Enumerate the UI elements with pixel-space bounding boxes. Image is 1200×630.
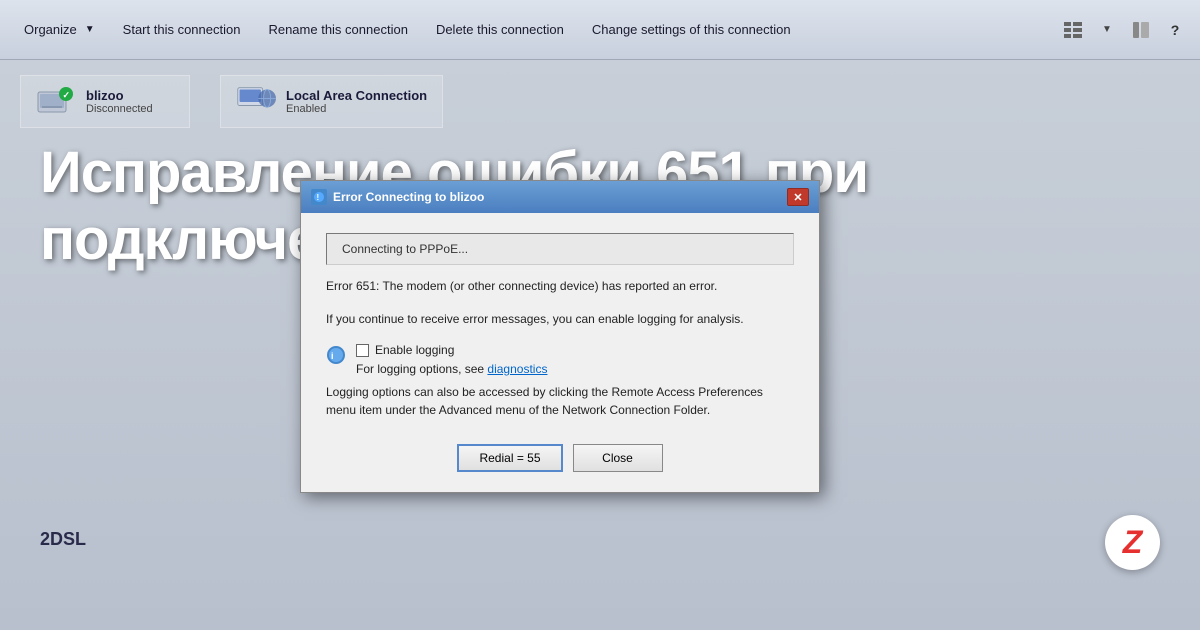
enable-logging-label: Enable logging — [375, 343, 454, 357]
change-settings-button[interactable]: Change settings of this connection — [578, 0, 805, 59]
diagnostics-prefix: For logging options, see — [356, 362, 487, 376]
dropdown-view-icon[interactable]: ▼ — [1092, 15, 1122, 45]
dialog-buttons: Redial = 55 Close — [326, 434, 794, 477]
local-area-connection[interactable]: Local Area Connection Enabled — [220, 75, 443, 128]
view-options-icon[interactable] — [1058, 15, 1088, 45]
blizoo-name: blizoo — [86, 88, 153, 103]
svg-text:i: i — [331, 351, 334, 361]
change-settings-label: Change settings of this connection — [592, 22, 791, 37]
rename-connection-button[interactable]: Rename this connection — [254, 0, 421, 59]
blizoo-connection[interactable]: ✓ blizoo Disconnected — [20, 75, 190, 128]
error-dialog: ! Error Connecting to blizoo ✕ Connectin… — [300, 180, 820, 493]
dialog-body: Connecting to PPPoE... Error 651: The mo… — [301, 213, 819, 492]
enable-logging-checkbox-row: Enable logging — [356, 343, 547, 357]
local-area-name: Local Area Connection — [286, 88, 427, 103]
local-area-icon — [236, 84, 276, 119]
dialog-titlebar-left: ! Error Connecting to blizoo — [311, 189, 484, 205]
dialog-close-button[interactable]: ✕ — [787, 188, 809, 206]
toolbar: Organize ▼ Start this connection Rename … — [0, 0, 1200, 60]
z-logo: Z — [1105, 515, 1160, 570]
local-area-status: Enabled — [286, 103, 427, 115]
enable-logging-section: i Enable logging For logging options, se… — [326, 343, 794, 378]
organize-label: Organize — [24, 22, 77, 37]
diagnostics-link[interactable]: diagnostics — [487, 362, 547, 376]
redial-button[interactable]: Redial = 55 — [457, 444, 562, 472]
blizoo-status: Disconnected — [86, 103, 153, 115]
pppoe-section: Connecting to PPPoE... — [326, 233, 794, 265]
toolbar-right-icons: ▼ ? — [1058, 15, 1190, 45]
error-section: Error 651: The modem (or other connectin… — [326, 277, 794, 295]
start-connection-button[interactable]: Start this connection — [109, 0, 255, 59]
delete-connection-button[interactable]: Delete this connection — [422, 0, 578, 59]
dsl-label: 2DSL — [40, 529, 86, 550]
organize-button[interactable]: Organize ▼ — [10, 0, 109, 59]
local-area-text: Local Area Connection Enabled — [286, 88, 427, 115]
dialog-titlebar: ! Error Connecting to blizoo ✕ — [301, 181, 819, 213]
logging-options-text: Logging options can also be accessed by … — [326, 383, 794, 419]
organize-dropdown-icon: ▼ — [85, 24, 95, 35]
svg-text:!: ! — [317, 193, 320, 202]
error-text: Error 651: The modem (or other connectin… — [326, 277, 794, 295]
close-button[interactable]: Close — [573, 444, 663, 472]
blizoo-text: blizoo Disconnected — [86, 88, 153, 115]
svg-text:✓: ✓ — [63, 90, 71, 100]
help-icon[interactable]: ? — [1160, 15, 1190, 45]
blizoo-icon: ✓ — [36, 84, 76, 119]
rename-connection-label: Rename this connection — [268, 22, 407, 37]
logging-options-section: Logging options can also be accessed by … — [326, 383, 794, 419]
continue-section: If you continue to receive error message… — [326, 310, 794, 328]
continue-text: If you continue to receive error message… — [326, 310, 794, 328]
enable-logging-content: Enable logging For logging options, see … — [356, 343, 547, 378]
panel-toggle-icon[interactable] — [1126, 15, 1156, 45]
z-logo-letter: Z — [1123, 524, 1143, 561]
dialog-title-text: Error Connecting to blizoo — [333, 190, 484, 204]
connections-area: ✓ blizoo Disconnected — [0, 60, 1200, 143]
pppoe-text: Connecting to PPPoE... — [342, 242, 468, 256]
dialog-title-icon: ! — [311, 189, 327, 205]
main-content: ✓ blizoo Disconnected — [0, 60, 1200, 630]
enable-logging-icon: i — [326, 345, 346, 365]
diagnostics-row: For logging options, see diagnostics — [356, 360, 547, 378]
delete-connection-label: Delete this connection — [436, 22, 564, 37]
enable-logging-checkbox[interactable] — [356, 344, 369, 357]
start-connection-label: Start this connection — [123, 22, 241, 37]
